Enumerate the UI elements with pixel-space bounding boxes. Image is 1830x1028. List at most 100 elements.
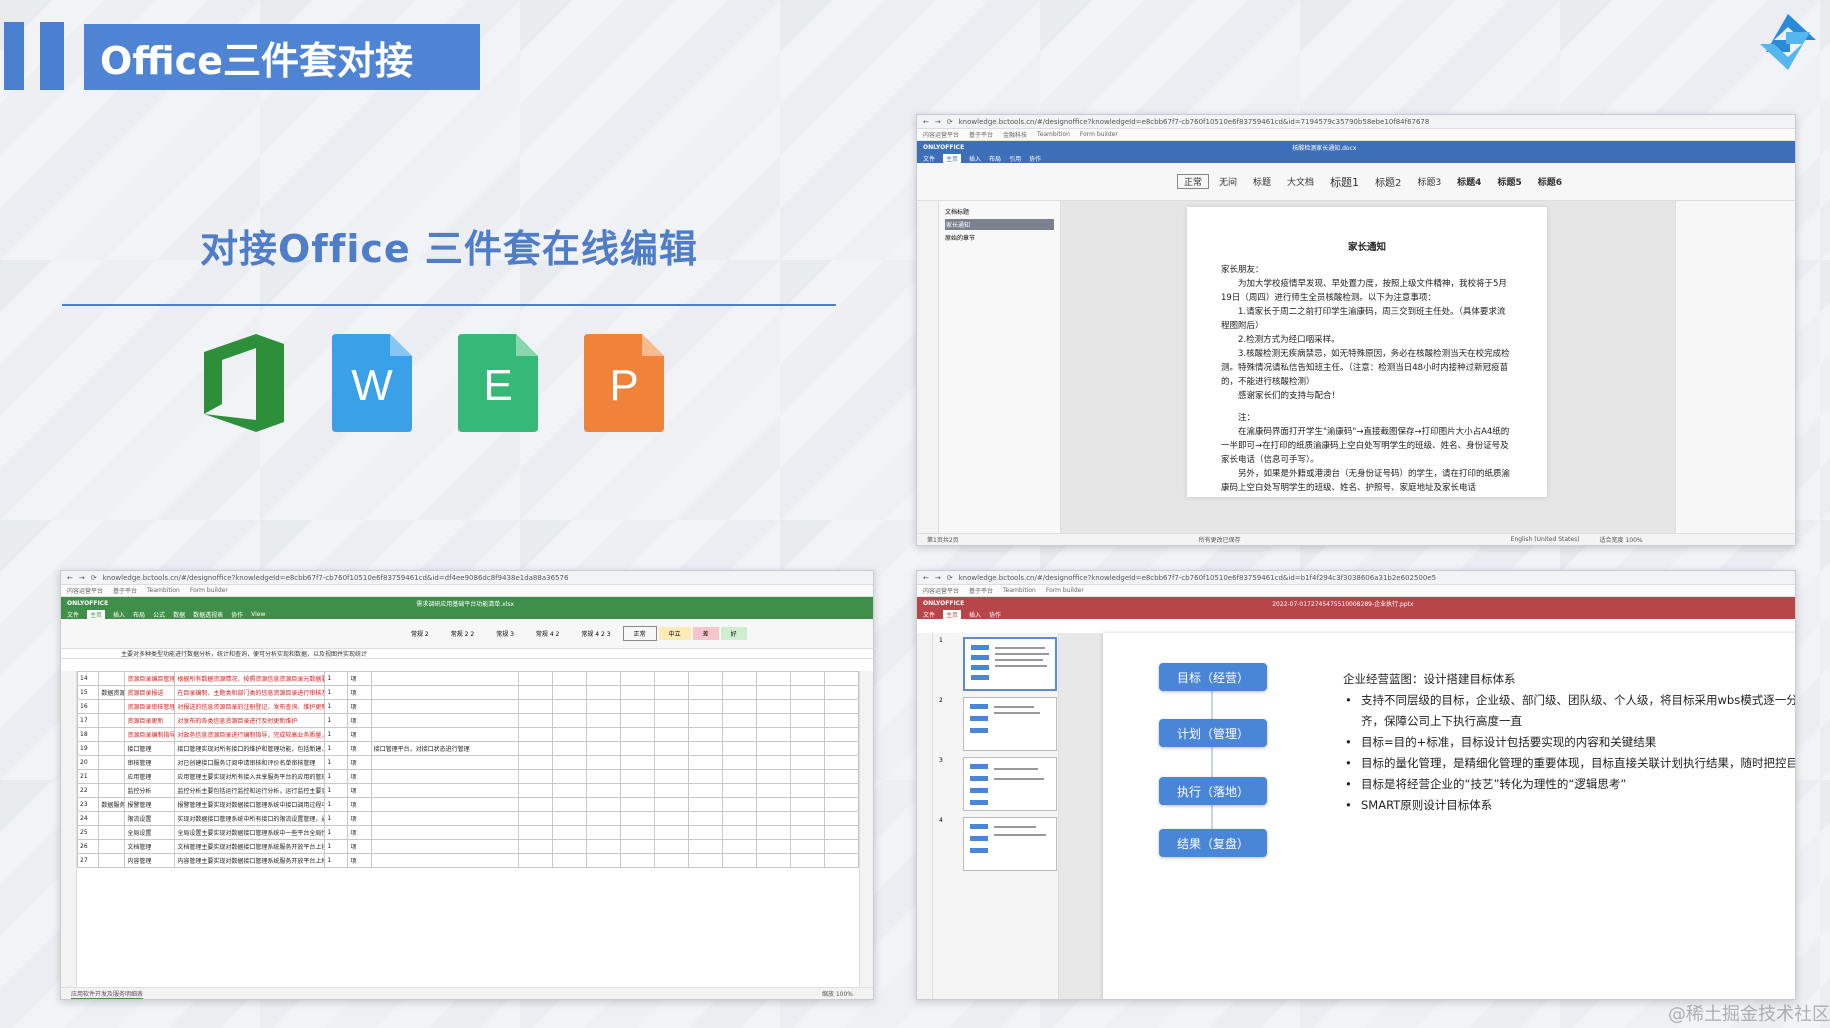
- table-cell[interactable]: [551, 839, 587, 854]
- table-cell[interactable]: 内容管理: [124, 853, 176, 868]
- table-cell[interactable]: [789, 755, 825, 770]
- table-cell[interactable]: [789, 741, 825, 756]
- table-cell[interactable]: [551, 671, 587, 686]
- table-cell[interactable]: [687, 713, 723, 728]
- table-cell[interactable]: [585, 783, 621, 798]
- tab-layout[interactable]: 布局: [133, 610, 145, 619]
- table-cell[interactable]: 1: [324, 685, 349, 700]
- table-row[interactable]: 19 接口管理接口管理实现对所有接口的维护和管理功能，包括新建、编辑、上下线、删除…: [77, 741, 859, 756]
- table-cell[interactable]: [98, 699, 126, 714]
- url-text[interactable]: knowledge.bctools.cn/#/designoffice?know…: [959, 118, 1430, 126]
- reload-icon[interactable]: ⟳: [947, 118, 953, 126]
- zoom-level[interactable]: 适合宽度 100%: [1600, 535, 1643, 544]
- table-cell[interactable]: 1: [324, 671, 349, 686]
- table-cell[interactable]: 19: [77, 741, 100, 756]
- table-cell[interactable]: [98, 727, 126, 742]
- table-cell[interactable]: [370, 713, 519, 728]
- table-cell[interactable]: [789, 825, 825, 840]
- table-cell[interactable]: 数据资源目录编制实施: [98, 685, 126, 700]
- table-cell[interactable]: 项: [347, 825, 372, 840]
- table-cell[interactable]: [585, 839, 621, 854]
- table-cell[interactable]: [585, 741, 621, 756]
- bookmark-item[interactable]: 内容运营平台: [923, 130, 959, 139]
- table-cell[interactable]: [653, 755, 689, 770]
- table-cell[interactable]: 项: [347, 727, 372, 742]
- tab-file[interactable]: 文件: [923, 154, 935, 163]
- table-cell[interactable]: [823, 769, 859, 784]
- table-cell[interactable]: [653, 853, 689, 868]
- table-cell[interactable]: [370, 839, 519, 854]
- table-cell[interactable]: [755, 839, 791, 854]
- style-heading-3[interactable]: 标题3: [1411, 175, 1447, 188]
- table-cell[interactable]: [517, 839, 553, 854]
- table-cell[interactable]: [823, 839, 859, 854]
- table-cell[interactable]: 26: [77, 839, 100, 854]
- table-cell[interactable]: 对已创建接口服务订阅申请审核和评价名单审核管理: [174, 755, 326, 770]
- style-heading[interactable]: 标题: [1247, 175, 1277, 188]
- tab-home[interactable]: 主页: [87, 609, 106, 619]
- table-cell[interactable]: [619, 839, 655, 854]
- table-row[interactable]: 25 全局设置全局设置主要实现对数据接口管理系统中一些平台全局性内容的配置，包括接…: [77, 825, 859, 840]
- table-cell[interactable]: [823, 811, 859, 826]
- table-cell[interactable]: [585, 727, 621, 742]
- table-cell[interactable]: [98, 811, 126, 826]
- table-cell[interactable]: 项: [347, 769, 372, 784]
- table-cell[interactable]: [653, 783, 689, 798]
- table-cell[interactable]: [585, 797, 621, 812]
- table-cell[interactable]: [585, 671, 621, 686]
- table-cell[interactable]: 1: [324, 713, 349, 728]
- bookmark-item[interactable]: Form builder: [1080, 131, 1118, 138]
- table-cell[interactable]: 对报送的信息资源目录的注册登记、发布查询、维护更新等日常管理工作: [174, 699, 326, 714]
- cell-style[interactable]: 差: [692, 627, 719, 640]
- bookmark-item[interactable]: 内容运营平台: [67, 586, 103, 595]
- table-cell[interactable]: [551, 685, 587, 700]
- table-cell[interactable]: 项: [347, 783, 372, 798]
- tab-collaboration[interactable]: 协作: [231, 610, 243, 619]
- table-cell[interactable]: 15: [77, 685, 100, 700]
- table-cell[interactable]: 17: [77, 713, 100, 728]
- table-cell[interactable]: 1: [324, 797, 349, 812]
- table-cell[interactable]: [370, 769, 519, 784]
- tab-file[interactable]: 文件: [67, 610, 79, 619]
- table-cell[interactable]: 项: [347, 755, 372, 770]
- table-cell[interactable]: 内容管理主要实现对数据接口管理系统服务开放平台上相关内容的功能的管理，包括通知公…: [174, 853, 326, 868]
- url-text[interactable]: knowledge.bctools.cn/#/designoffice?know…: [959, 574, 1436, 582]
- table-cell[interactable]: [755, 755, 791, 770]
- table-cell[interactable]: [517, 769, 553, 784]
- table-cell[interactable]: 对政务信息资源目录进行编制指导，完成较高业务质量，目录编制与指南、目录汇总与审核…: [174, 727, 326, 742]
- table-cell[interactable]: 在目录编制、主题类和部门类的信息资源目录进行审核及审查后，及时报送信息资源主管部…: [174, 685, 326, 700]
- tab-references[interactable]: 引用: [1009, 154, 1021, 163]
- table-cell[interactable]: [687, 727, 723, 742]
- cell-style[interactable]: 中立: [658, 627, 691, 640]
- table-cell[interactable]: 资源目录编目管理: [124, 671, 176, 686]
- table-cell[interactable]: [370, 825, 519, 840]
- table-cell[interactable]: [517, 811, 553, 826]
- table-cell[interactable]: [823, 783, 859, 798]
- table-cell[interactable]: [789, 839, 825, 854]
- table-cell[interactable]: 项: [347, 839, 372, 854]
- table-row[interactable]: 14 资源目录编目管理根据所有数据资源情况，按照资源信息资源目录元数据要求，编制生…: [77, 671, 859, 686]
- table-cell[interactable]: [370, 671, 519, 686]
- table-cell[interactable]: 1: [324, 811, 349, 826]
- table-cell[interactable]: 22: [77, 783, 100, 798]
- back-icon[interactable]: ←: [923, 574, 929, 582]
- table-row[interactable]: 23数据服务管理系统报警管理报警管理主要实现对数据接口管理系统中接口调用过程中的…: [77, 797, 859, 812]
- table-cell[interactable]: [98, 769, 126, 784]
- table-cell[interactable]: [721, 825, 757, 840]
- table-cell[interactable]: 项: [347, 671, 372, 686]
- table-cell[interactable]: [789, 727, 825, 742]
- table-cell[interactable]: [789, 671, 825, 686]
- style-heading-5[interactable]: 标题5: [1491, 175, 1527, 188]
- table-cell[interactable]: [755, 769, 791, 784]
- table-cell[interactable]: [721, 797, 757, 812]
- table-cell[interactable]: [687, 853, 723, 868]
- table-cell[interactable]: [755, 811, 791, 826]
- table-cell[interactable]: [551, 755, 587, 770]
- table-cell[interactable]: [789, 811, 825, 826]
- table-cell[interactable]: 资源目录更新: [124, 713, 176, 728]
- table-cell[interactable]: [619, 783, 655, 798]
- table-cell[interactable]: [789, 713, 825, 728]
- table-cell[interactable]: [755, 685, 791, 700]
- table-cell[interactable]: [755, 713, 791, 728]
- slide-thumbnail[interactable]: [963, 817, 1057, 871]
